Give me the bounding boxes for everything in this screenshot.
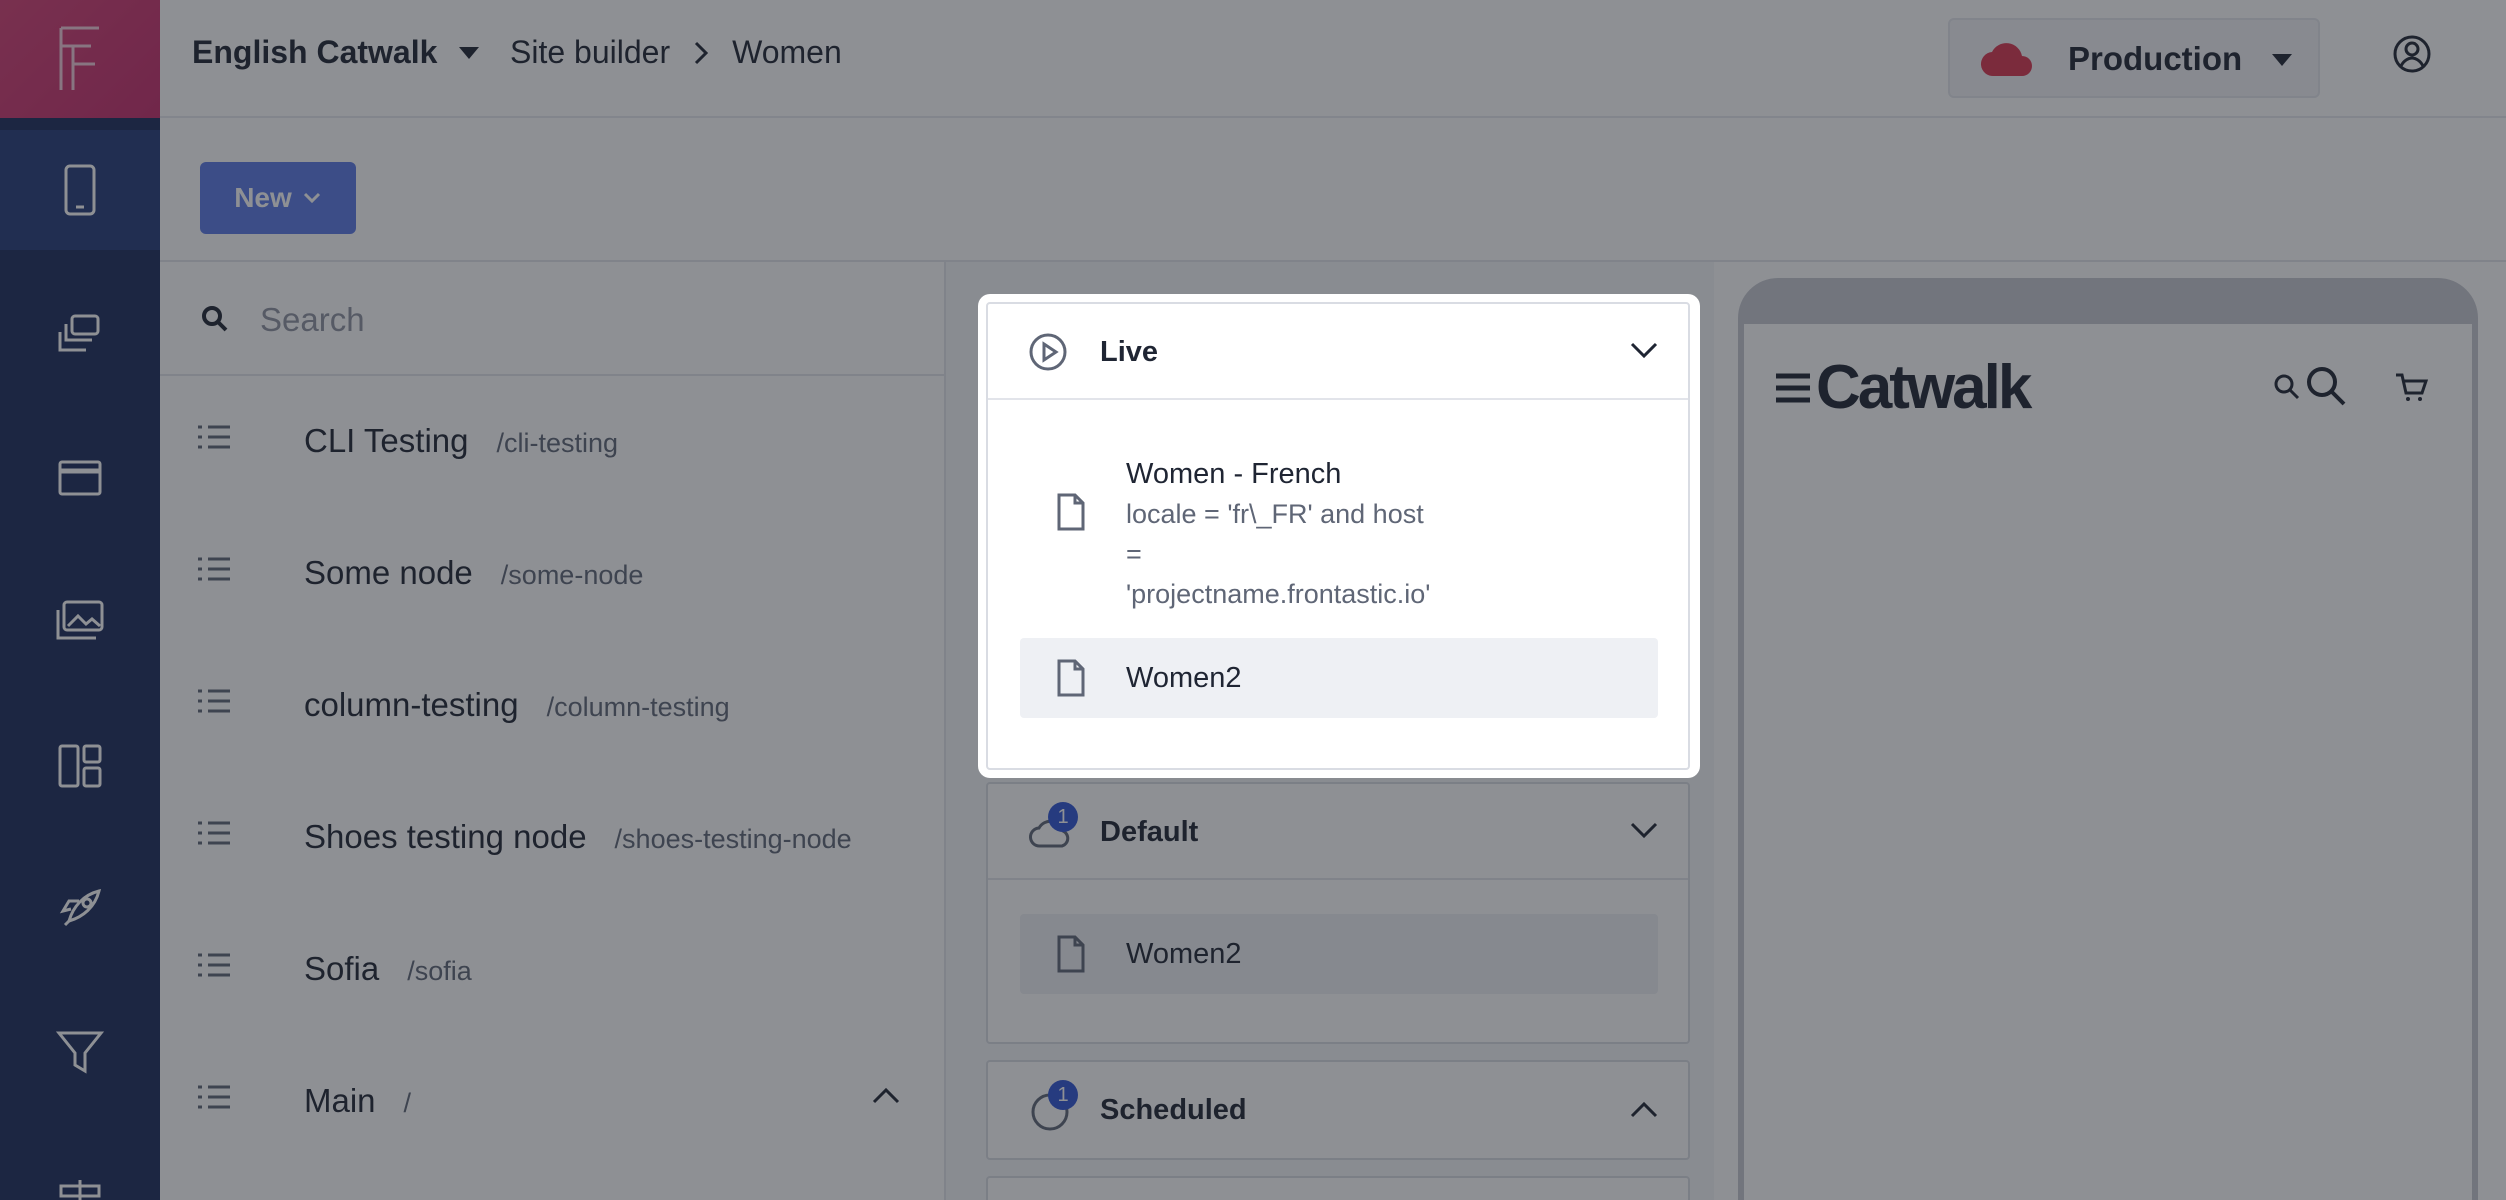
- live-section-title: Live: [1100, 336, 1159, 368]
- page-version-row[interactable]: Women2: [1020, 638, 1658, 718]
- document-icon: [1057, 493, 1085, 531]
- page-condition: locale = 'fr\_FR' and host = 'projectnam…: [1126, 499, 1431, 609]
- page-title: Women2: [1126, 662, 1242, 694]
- chevron-down-icon[interactable]: [1628, 340, 1660, 362]
- play-circle-icon: [1029, 333, 1067, 371]
- live-section: Live Women - French locale = 'fr\_FR' an…: [986, 302, 1690, 770]
- page-version-row[interactable]: Women - French locale = 'fr\_FR' and hos…: [1020, 422, 1658, 642]
- page-title: Women - French: [1126, 458, 1342, 490]
- live-section-highlight: Live Women - French locale = 'fr\_FR' an…: [978, 294, 1700, 778]
- live-section-header[interactable]: Live: [988, 304, 1688, 400]
- document-icon: [1057, 659, 1085, 697]
